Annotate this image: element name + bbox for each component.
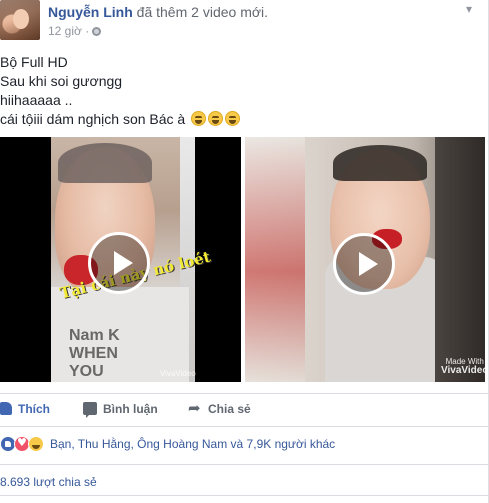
play-icon[interactable] bbox=[88, 232, 150, 294]
post-header: Nguyễn Linh đã thêm 2 video mới. 12 giờ … bbox=[0, 0, 489, 44]
post-timestamp-line: 12 giờ · bbox=[48, 24, 102, 38]
comment-button[interactable]: Bình luận bbox=[83, 402, 158, 418]
comment-icon bbox=[83, 402, 97, 418]
share-label: Chia sẻ bbox=[208, 402, 251, 416]
like-button[interactable]: Thích bbox=[0, 402, 50, 416]
video-thumbnail-1[interactable]: Nam K WHEN YOU Tại cái này nó loét VivaV… bbox=[0, 137, 241, 382]
watermark: Made With VivaVideo bbox=[441, 357, 485, 376]
child-shirt: Nam K WHEN YOU bbox=[51, 287, 189, 382]
play-icon[interactable] bbox=[333, 233, 395, 295]
haha-reaction-icon bbox=[28, 436, 44, 452]
author-name[interactable]: Nguyễn Linh bbox=[48, 4, 133, 20]
feed-post: Nguyễn Linh đã thêm 2 video mới. 12 giờ … bbox=[0, 0, 489, 503]
share-button[interactable]: Chia sẻ bbox=[188, 399, 251, 417]
post-line: Sau khi soi gươngg bbox=[0, 73, 123, 89]
thumbs-up-icon bbox=[0, 402, 12, 415]
divider bbox=[0, 426, 489, 427]
divider bbox=[0, 393, 489, 394]
media-count-link[interactable]: 2 video mới. bbox=[191, 4, 268, 20]
laughing-emoji-icon bbox=[208, 111, 224, 126]
divider bbox=[0, 464, 489, 465]
post-title-line: Nguyễn Linh đã thêm 2 video mới. bbox=[48, 4, 268, 20]
share-icon bbox=[188, 399, 202, 417]
laughing-emoji-icon bbox=[225, 111, 241, 126]
post-line: hiihaaaaa .. bbox=[0, 92, 73, 108]
video-thumbnail-2[interactable]: Made With VivaVideo bbox=[245, 137, 485, 382]
reactions-text[interactable]: Bạn, Thu Hằng, Ông Hoàng Nam và 7,9K ngư… bbox=[50, 437, 335, 451]
background-wall bbox=[245, 137, 305, 382]
globe-icon[interactable] bbox=[92, 27, 102, 36]
divider bbox=[0, 495, 489, 496]
share-count-link[interactable]: 8.693 lượt chia sẻ bbox=[0, 475, 97, 489]
avatar-face bbox=[13, 9, 29, 29]
watermark: VivaVideo bbox=[160, 369, 196, 378]
like-label: Thích bbox=[18, 402, 50, 416]
avatar[interactable] bbox=[0, 0, 40, 40]
chevron-down-icon[interactable]: ▾ bbox=[466, 2, 472, 16]
action-bar: Thích Bình luận Chia sẻ bbox=[0, 395, 489, 423]
watermark-brand: VivaVideo bbox=[441, 365, 485, 376]
shirt-print: Nam K WHEN YOU bbox=[69, 327, 120, 380]
action-text: đã thêm bbox=[136, 4, 188, 20]
child-hair bbox=[58, 143, 152, 183]
post-timestamp[interactable]: 12 giờ · bbox=[48, 24, 89, 38]
post-line-with-emoji: cái tộiii dám nghịch son Bác à bbox=[0, 110, 241, 129]
laughing-emoji-icon bbox=[191, 111, 207, 126]
post-line: cái tộiii dám nghịch son Bác à bbox=[0, 111, 186, 127]
adult-arm bbox=[435, 137, 485, 382]
child-hair bbox=[333, 145, 427, 181]
post-line: Bộ Full HD bbox=[0, 54, 68, 70]
comment-label: Bình luận bbox=[103, 402, 158, 416]
post-text: Bộ Full HD Sau khi soi gươngg hiihaaaaa … bbox=[0, 53, 241, 129]
